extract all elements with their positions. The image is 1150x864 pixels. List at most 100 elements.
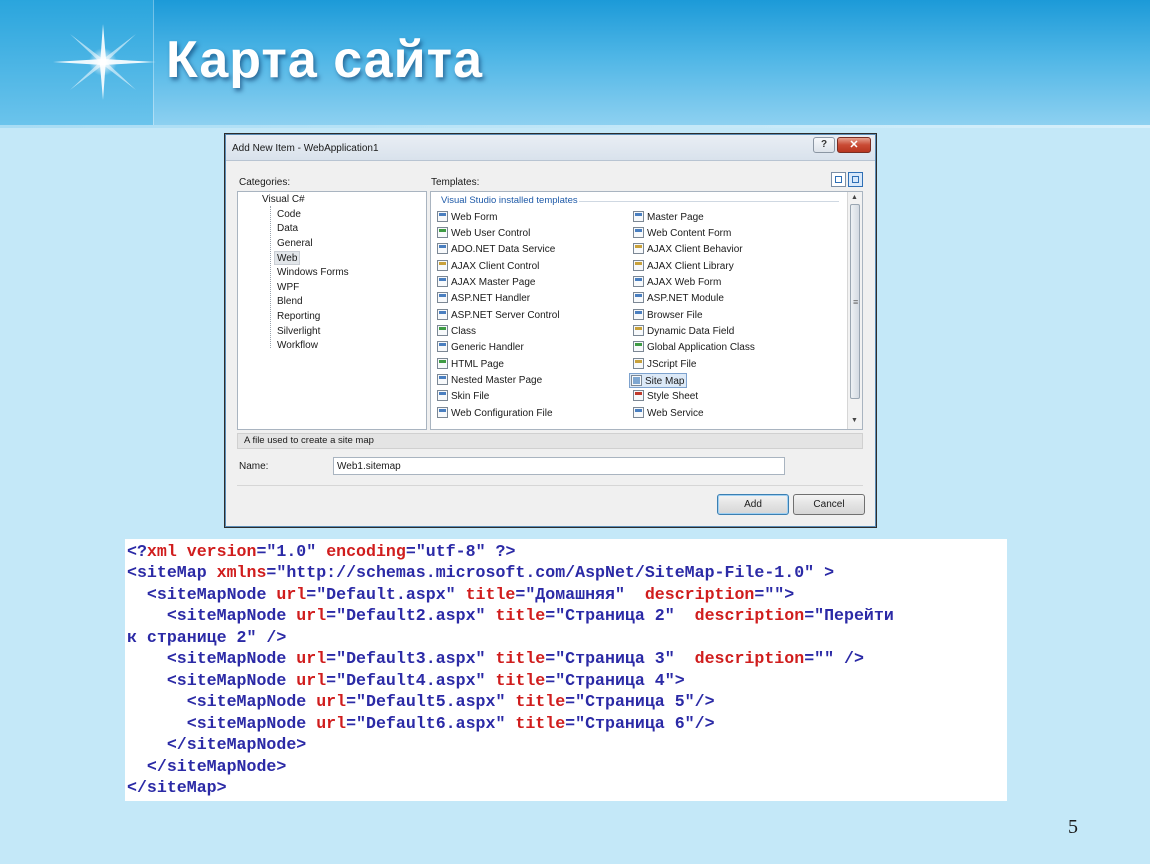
category-windows-forms[interactable]: Windows Forms	[275, 266, 351, 280]
sparkle-icon	[53, 24, 156, 100]
template-label: Site Map	[645, 376, 685, 387]
code-token: ="Default2.aspx"	[326, 606, 496, 625]
ajax-web-form-icon	[633, 276, 644, 287]
master-page-icon	[633, 211, 644, 222]
category-wpf[interactable]: WPF	[275, 281, 301, 295]
code-token: ="Страница 3"	[545, 649, 695, 668]
template-item[interactable]: Nested Master Page	[436, 373, 544, 388]
code-token: encoding	[326, 542, 406, 561]
code-line: <siteMapNode url="Default4.aspx" title="…	[127, 670, 685, 691]
template-item[interactable]: AJAX Client Control	[436, 259, 541, 274]
slide-title: Карта сайта	[166, 31, 484, 89]
template-label: Web Service	[647, 408, 704, 419]
code-token: <siteMapNode	[127, 585, 277, 604]
code-token: xml version	[146, 542, 257, 561]
template-label: ASP.NET Handler	[451, 293, 531, 304]
style-sheet-icon	[633, 390, 644, 401]
cancel-button[interactable]: Cancel	[793, 494, 865, 515]
code-token: title	[495, 606, 546, 625]
content-form-icon	[633, 227, 644, 238]
template-item[interactable]: Generic Handler	[436, 340, 526, 355]
template-item[interactable]: Web Configuration File	[436, 406, 555, 421]
code-token: </siteMapNode>	[127, 757, 287, 776]
nested-master-page-icon	[437, 374, 448, 385]
template-item[interactable]: Dynamic Data Field	[632, 324, 736, 339]
template-item[interactable]: ADO.NET Data Service	[436, 242, 557, 257]
scroll-down-icon[interactable]: ▼	[851, 417, 858, 424]
categories-tree: Visual C# Code Data General Web Windows …	[237, 191, 427, 430]
template-item[interactable]: AJAX Master Page	[436, 275, 537, 290]
code-token: к странице 2" />	[127, 628, 287, 647]
name-input[interactable]	[333, 457, 785, 475]
template-item[interactable]: ASP.NET Handler	[436, 291, 532, 306]
template-item[interactable]: Global Application Class	[632, 340, 757, 355]
code-token: url	[276, 585, 307, 604]
user-control-icon	[437, 227, 448, 238]
code-token: title	[515, 714, 566, 733]
code-token: ="Страница 6"/>	[565, 714, 715, 733]
add-button[interactable]: Add	[717, 494, 789, 515]
category-web[interactable]: Web	[274, 251, 301, 265]
template-item-selected[interactable]: Site Map	[629, 373, 688, 388]
template-label: AJAX Client Library	[647, 261, 734, 272]
template-label: AJAX Client Behavior	[647, 244, 743, 255]
template-item[interactable]: Skin File	[436, 389, 491, 404]
template-item[interactable]: AJAX Web Form	[632, 275, 723, 290]
help-button[interactable]: ?	[813, 137, 835, 153]
template-label: AJAX Web Form	[647, 277, 722, 288]
templates-scrollbar[interactable]: ▲ ≡ ▼	[847, 192, 862, 429]
skin-file-icon	[437, 390, 448, 401]
category-reporting[interactable]: Reporting	[275, 310, 322, 324]
html-page-icon	[437, 358, 448, 369]
code-token: <siteMapNode	[127, 671, 297, 690]
view-toggle	[829, 172, 863, 192]
category-visual-csharp[interactable]: Visual C#	[260, 193, 307, 207]
category-general[interactable]: General	[275, 237, 315, 251]
category-data[interactable]: Data	[275, 222, 300, 236]
template-item[interactable]: Web User Control	[436, 226, 532, 241]
template-item[interactable]: JScript File	[632, 357, 698, 372]
code-token: description	[644, 585, 755, 604]
template-item[interactable]: ASP.NET Module	[632, 291, 726, 306]
template-item[interactable]: AJAX Client Behavior	[632, 242, 745, 257]
site-map-icon	[631, 375, 642, 386]
code-line: <siteMap xmlns="http://schemas.microsoft…	[127, 562, 834, 583]
template-item[interactable]: Web Form	[436, 210, 500, 225]
template-item[interactable]: AJAX Client Library	[632, 259, 736, 274]
code-line: <siteMapNode url="Default2.aspx" title="…	[127, 605, 894, 626]
code-token: url	[316, 714, 347, 733]
template-item[interactable]: HTML Page	[436, 357, 506, 372]
category-silverlight[interactable]: Silverlight	[275, 325, 322, 339]
ajax-library-icon	[633, 260, 644, 271]
code-token: ="http://schemas.microsoft.com/AspNet/Si…	[266, 563, 825, 582]
web-service-icon	[633, 407, 644, 418]
page-number: 5	[1068, 816, 1078, 838]
template-item[interactable]: Web Content Form	[632, 226, 733, 241]
class-icon	[437, 325, 448, 336]
template-item[interactable]: Class	[436, 324, 478, 339]
category-blend[interactable]: Blend	[275, 295, 305, 309]
category-workflow[interactable]: Workflow	[275, 339, 320, 353]
template-item[interactable]: Browser File	[632, 308, 705, 323]
close-button[interactable]: ✕	[837, 137, 871, 153]
small-icons-view-icon[interactable]	[848, 172, 863, 187]
code-token: ="" />	[804, 649, 864, 668]
template-item[interactable]: Style Sheet	[632, 389, 700, 404]
code-token: <siteMapNode	[127, 714, 317, 733]
template-item[interactable]: Master Page	[632, 210, 706, 225]
template-group-divider	[579, 201, 839, 202]
dialog-title: Add New Item - WebApplication1	[232, 143, 379, 154]
scroll-up-icon[interactable]: ▲	[851, 194, 858, 201]
server-control-icon	[437, 309, 448, 320]
code-token: ="Страница 4">	[545, 671, 685, 690]
code-token: xmlns	[216, 563, 267, 582]
large-icons-view-icon[interactable]	[831, 172, 846, 187]
template-item[interactable]: ASP.NET Server Control	[436, 308, 562, 323]
category-code[interactable]: Code	[275, 208, 303, 222]
template-item[interactable]: Web Service	[632, 406, 706, 421]
scroll-thumb[interactable]: ≡	[850, 204, 860, 399]
name-label: Name:	[239, 461, 269, 472]
template-label: AJAX Master Page	[451, 277, 536, 288]
dialog-titlebar[interactable]: Add New Item - WebApplication1 ? ✕	[226, 135, 875, 161]
template-label: Browser File	[647, 310, 703, 321]
